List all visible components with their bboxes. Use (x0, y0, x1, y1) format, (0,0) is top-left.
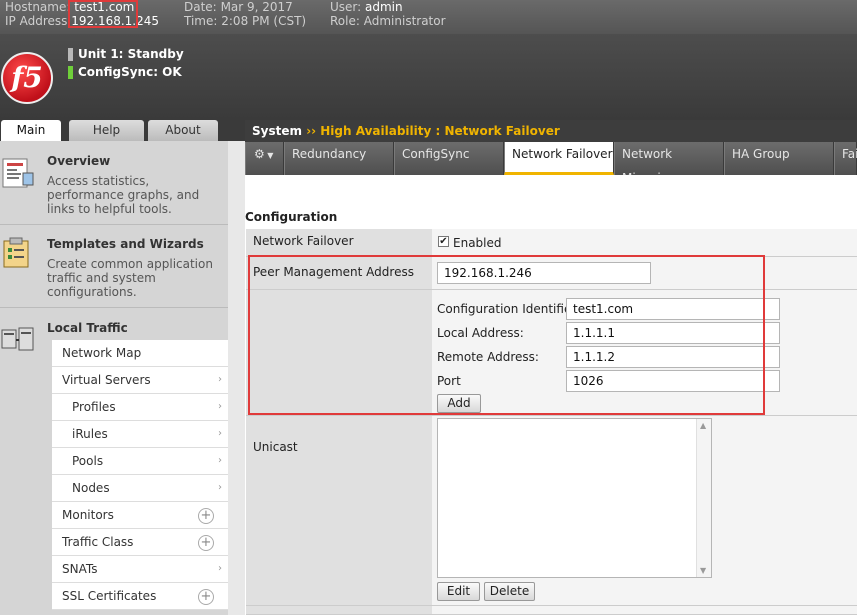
sidebar-item-label: Virtual Servers (62, 373, 151, 387)
f5-logo[interactable]: f5 (1, 52, 53, 104)
templates-icon (3, 237, 29, 268)
breadcrumb-separator: ›› (306, 124, 317, 138)
tab-ha-group[interactable]: HA Group (724, 142, 834, 175)
time-label: Time: (184, 14, 218, 28)
sidebar-item-label: SNATs (62, 562, 98, 576)
breadcrumb: System ›› High Availability : Network Fa… (245, 120, 857, 142)
gear-menu[interactable]: ⚙ ▼ (245, 142, 284, 175)
gear-icon: ⚙ (254, 147, 265, 161)
unicast-listbox[interactable]: ▲ ▼ (437, 418, 712, 578)
scroll-up-icon[interactable]: ▲ (700, 421, 706, 430)
sidebar-item-monitors[interactable]: Monitors + (52, 502, 228, 529)
chevron-right-icon: › (218, 401, 222, 412)
time-value: 2:08 PM (CST) (221, 14, 307, 28)
role-value: Administrator (363, 14, 446, 28)
tab-network-failover[interactable]: Network Failover (504, 142, 614, 175)
sidebar-item-nodes[interactable]: Nodes › (52, 475, 228, 502)
enabled-checkbox[interactable]: ✔ (438, 236, 449, 247)
configsync-status[interactable]: ConfigSync: OK (68, 65, 182, 79)
templates-title: Templates and Wizards (47, 237, 204, 251)
next-row-label (246, 606, 432, 615)
tab-configsync[interactable]: ConfigSync (394, 142, 504, 175)
sidebar-item-virtual-servers[interactable]: Virtual Servers › (52, 367, 228, 394)
sidebar-item-traffic-class[interactable]: Traffic Class + (52, 529, 228, 556)
hostname-highlight-box (68, 0, 138, 28)
delete-button[interactable]: Delete (484, 582, 535, 601)
unicast-label: Unicast (246, 416, 432, 606)
tab-main[interactable]: Main (1, 120, 61, 141)
sidebar-item-network-map[interactable]: Network Map (52, 340, 228, 367)
add-circle-icon[interactable]: + (198, 535, 214, 551)
user-value: admin (365, 0, 403, 14)
unicast-scrollbar[interactable]: ▲ ▼ (696, 419, 711, 577)
chevron-right-icon: › (218, 482, 222, 493)
date-value: Mar 9, 2017 (220, 0, 293, 14)
sidebar-item-snats[interactable]: SNATs › (52, 556, 228, 583)
ha-nav-bar: ⚙ ▼ Redundancy ConfigSync Network Failov… (245, 142, 857, 185)
sidebar-item-label: Profiles (72, 400, 116, 414)
sidebar-item-label: iRules (72, 427, 108, 441)
sidebar-item-label: Traffic Class (62, 535, 134, 549)
date-block: Date: Mar 9, 2017 Time: 2:08 PM (CST) (184, 0, 306, 28)
chevron-right-icon: › (218, 428, 222, 439)
tab-failover-truncated[interactable]: Fai (834, 142, 857, 175)
user-block: User: admin Role: Administrator (330, 0, 446, 28)
breadcrumb-current: High Availability : Network Failover (320, 124, 560, 138)
scroll-down-icon[interactable]: ▼ (700, 566, 706, 575)
overview-icon (2, 158, 34, 188)
chevron-right-icon: › (218, 455, 222, 466)
role-label: Role: (330, 14, 360, 28)
sidebar-item-irules[interactable]: iRules › (52, 421, 228, 448)
left-tabs: Main Help About (0, 120, 245, 141)
sidebar-overview[interactable]: Overview Access statistics, performance … (0, 141, 228, 225)
sidebar: Overview Access statistics, performance … (0, 141, 228, 615)
config-highlight-box (248, 255, 765, 415)
tab-help[interactable]: Help (69, 120, 144, 141)
sidebar-item-label: SSL Certificates (62, 589, 157, 603)
sidebar-item-label: Network Map (62, 346, 142, 360)
sidebar-item-label: Nodes (72, 481, 110, 495)
chevron-right-icon: › (218, 374, 222, 385)
network-failover-value: ✔ Enabled (432, 229, 857, 257)
tab-network-mirroring[interactable]: Network Mirroring (614, 142, 724, 185)
overview-title: Overview (47, 154, 111, 168)
chevron-right-icon: › (218, 563, 222, 574)
next-row-cell (432, 606, 857, 615)
unicast-cell: ▲ ▼ Edit Delete (432, 416, 857, 606)
sidebar-item-ssl-certificates[interactable]: SSL Certificates + (52, 583, 228, 610)
edit-button[interactable]: Edit (437, 582, 480, 601)
sidebar-item-label: Monitors (62, 508, 114, 522)
hostname-label: Hostname: (5, 0, 71, 14)
add-circle-icon[interactable]: + (198, 589, 214, 605)
local-traffic-icon (1, 327, 34, 351)
breadcrumb-root[interactable]: System (252, 124, 302, 138)
tab-about[interactable]: About (148, 120, 218, 141)
tab-redundancy[interactable]: Redundancy (284, 142, 394, 175)
chevron-down-icon: ▼ (264, 151, 274, 160)
banner: f5 Unit 1: Standby ConfigSync: OK (0, 34, 857, 120)
sidebar-item-pools[interactable]: Pools › (52, 448, 228, 475)
sidebar-item-label: Pools (72, 454, 104, 468)
sidebar-templates[interactable]: Templates and Wizards Create common appl… (0, 225, 228, 308)
unit-status: Unit 1: Standby (68, 47, 184, 61)
overview-desc: Access statistics, performance graphs, a… (47, 174, 200, 216)
local-traffic-title[interactable]: Local Traffic (47, 321, 128, 335)
network-failover-label: Network Failover (246, 229, 432, 257)
add-circle-icon[interactable]: + (198, 508, 214, 524)
sidebar-item-profiles[interactable]: Profiles › (52, 394, 228, 421)
ip-label: IP Address (5, 14, 68, 28)
templates-desc: Create common application traffic and sy… (47, 257, 213, 299)
user-label: User: (330, 0, 362, 14)
section-title: Configuration (245, 210, 338, 224)
enabled-label: Enabled (453, 236, 502, 250)
date-label: Date: (184, 0, 217, 14)
